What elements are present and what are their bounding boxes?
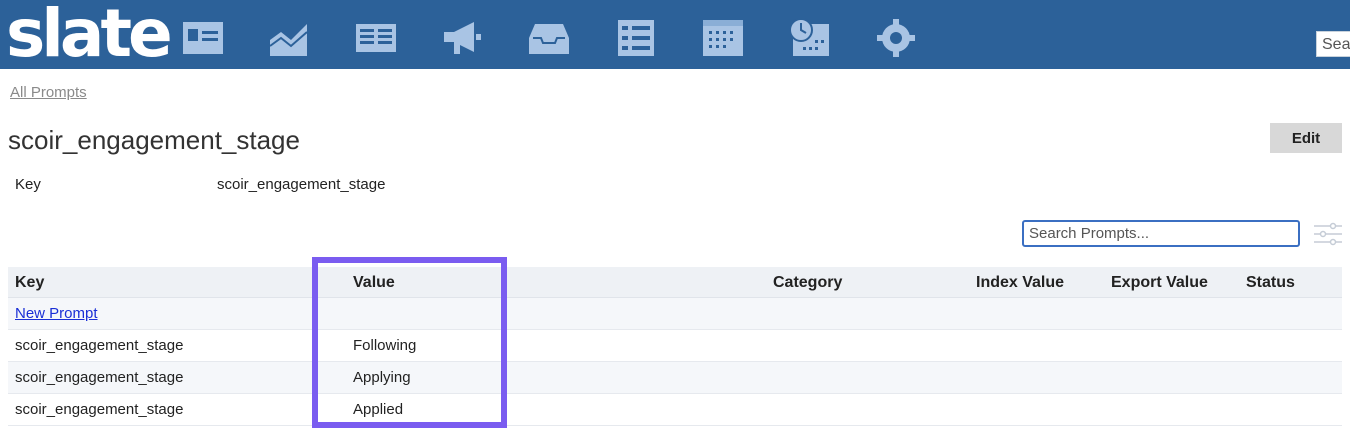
table-header: Key Value Category Index Value Export Va… bbox=[8, 267, 1342, 298]
row-value: Following bbox=[353, 337, 417, 354]
filter-sliders-icon[interactable] bbox=[1314, 222, 1342, 246]
row-value: Applying bbox=[353, 369, 411, 386]
table-row[interactable]: scoir_engagement_stage Following bbox=[8, 330, 1342, 362]
key-value: scoir_engagement_stage bbox=[217, 176, 386, 193]
new-prompt-row: New Prompt bbox=[8, 298, 1342, 330]
column-header-export-value[interactable]: Export Value bbox=[1111, 267, 1208, 298]
breadcrumb-all-prompts[interactable]: All Prompts bbox=[10, 84, 87, 101]
gear-icon[interactable] bbox=[874, 18, 918, 58]
row-key: scoir_engagement_stage bbox=[15, 401, 184, 418]
row-key: scoir_engagement_stage bbox=[15, 337, 184, 354]
slate-logo[interactable]: slate bbox=[6, 0, 173, 74]
global-search-input[interactable]: Sear bbox=[1316, 31, 1350, 57]
megaphone-icon[interactable] bbox=[440, 18, 484, 58]
new-prompt-link[interactable]: New Prompt bbox=[15, 298, 98, 330]
row-key: scoir_engagement_stage bbox=[15, 369, 184, 386]
inbox-icon[interactable] bbox=[527, 18, 571, 58]
column-header-value[interactable]: Value bbox=[353, 267, 395, 298]
prompts-table: Key Value Category Index Value Export Va… bbox=[8, 267, 1342, 426]
page-title: scoir_engagement_stage bbox=[8, 125, 300, 155]
table-row[interactable]: scoir_engagement_stage Applying bbox=[8, 362, 1342, 394]
chart-area-icon[interactable] bbox=[267, 18, 311, 58]
contact-card-icon[interactable] bbox=[181, 18, 225, 58]
list-icon[interactable] bbox=[614, 18, 658, 58]
key-label: Key bbox=[15, 176, 41, 193]
top-nav-bar: slate Sear bbox=[0, 0, 1350, 72]
column-header-index-value[interactable]: Index Value bbox=[976, 267, 1064, 298]
row-value: Applied bbox=[353, 401, 404, 418]
newspaper-icon[interactable] bbox=[354, 18, 398, 58]
edit-button[interactable]: Edit bbox=[1270, 123, 1342, 153]
table-row[interactable]: scoir_engagement_stage Applied bbox=[8, 394, 1342, 426]
column-header-key[interactable]: Key bbox=[15, 267, 44, 298]
calendar-icon[interactable] bbox=[701, 18, 745, 58]
search-prompts-input[interactable] bbox=[1022, 220, 1300, 247]
column-header-status[interactable]: Status bbox=[1246, 267, 1295, 298]
column-header-category[interactable]: Category bbox=[773, 267, 842, 298]
clock-calendar-icon[interactable] bbox=[787, 18, 831, 58]
